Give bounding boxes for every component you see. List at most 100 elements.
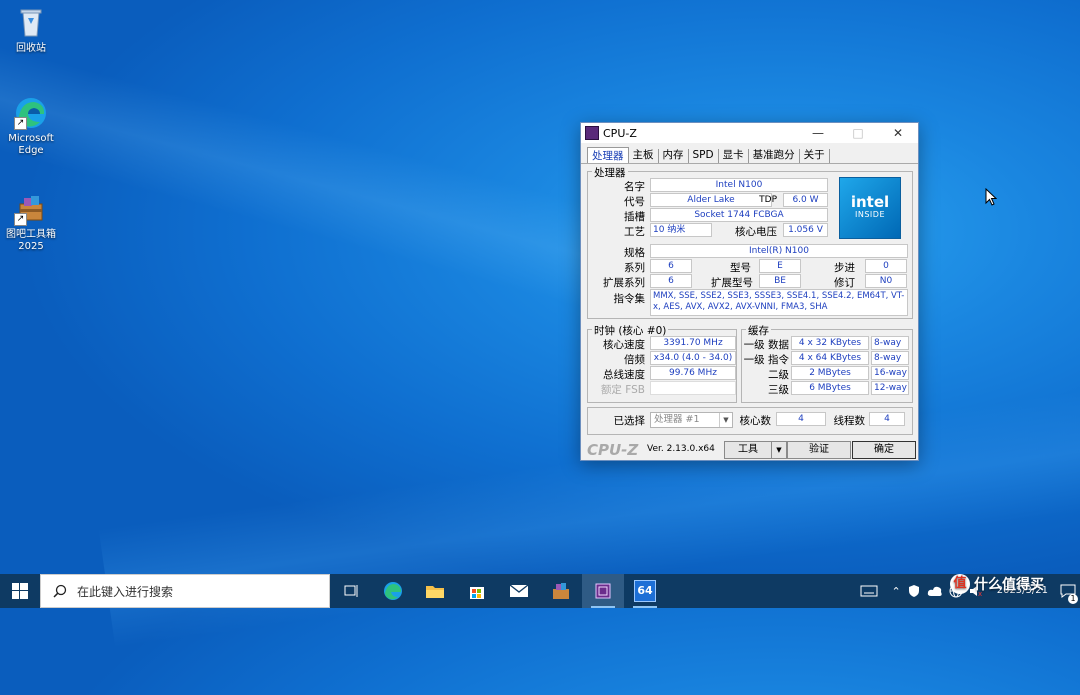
search-box[interactable]: 在此键入进行搜索 xyxy=(40,574,330,608)
ext-model-value: BE xyxy=(759,274,801,288)
taskbar-file-explorer[interactable] xyxy=(414,574,456,608)
tab-about[interactable]: 关于 xyxy=(800,149,830,163)
threads-value: 4 xyxy=(869,412,905,426)
tools-dropdown-button[interactable]: ▼ xyxy=(771,441,787,459)
defender-shield-icon[interactable] xyxy=(907,584,921,598)
tdp-label: TDP xyxy=(753,195,777,205)
maximize-button[interactable]: □ xyxy=(838,126,878,140)
spec-value: Intel(R) N100 xyxy=(650,244,908,258)
cores-label: 核心数 xyxy=(733,413,771,428)
codename-label: 代号 xyxy=(587,194,645,209)
l1d-label: 一级 数据 xyxy=(741,337,789,352)
cpu-chip-icon xyxy=(593,581,613,601)
tab-mainboard[interactable]: 主板 xyxy=(629,149,659,163)
task-view-icon xyxy=(343,584,359,598)
mouse-cursor-icon xyxy=(985,188,997,206)
taskbar-toolbox[interactable] xyxy=(540,574,582,608)
tab-bar: 处理器 主板 内存 SPD 显卡 基准跑分 关于 xyxy=(581,143,918,164)
notification-count: 1 xyxy=(1068,594,1078,604)
cloud-icon[interactable] xyxy=(927,585,943,597)
desktop-icon-label: 回收站 xyxy=(0,43,66,55)
mail-icon xyxy=(509,584,529,598)
start-button[interactable] xyxy=(0,574,40,608)
package-label: 插槽 xyxy=(587,209,645,224)
tab-bench[interactable]: 基准跑分 xyxy=(749,149,800,163)
cores-value: 4 xyxy=(776,412,826,426)
bus-speed-value: 99.76 MHz xyxy=(650,366,736,380)
toolbox-icon xyxy=(551,582,571,600)
bus-speed-label: 总线速度 xyxy=(587,367,645,382)
revision-label: 修订 xyxy=(815,275,855,290)
chevron-up-icon[interactable]: ⌃ xyxy=(892,585,901,598)
store-icon xyxy=(468,582,486,600)
family-value: 6 xyxy=(650,259,692,273)
multiplier-label: 倍频 xyxy=(587,352,645,367)
ext-family-label: 扩展系列 xyxy=(583,275,645,290)
multiplier-value: x34.0 (4.0 - 34.0) xyxy=(650,351,736,365)
processor-select[interactable]: 处理器 #1 ▼ xyxy=(650,412,733,428)
tab-graphics[interactable]: 显卡 xyxy=(719,149,749,163)
close-button[interactable]: ✕ xyxy=(878,126,918,140)
stepping-label: 步进 xyxy=(815,260,855,275)
revision-value: N0 xyxy=(865,274,907,288)
taskbar: 在此键入进行搜索 64 ⌃ x 2025/3/21 1 xyxy=(0,574,1080,608)
name-label: 名字 xyxy=(587,179,645,194)
stepping-value: 0 xyxy=(865,259,907,273)
windows-logo-icon xyxy=(12,583,28,599)
l3-value: 6 MBytes xyxy=(791,381,869,395)
group-label: 处理器 xyxy=(592,165,628,180)
folder-icon xyxy=(425,583,445,599)
tab-spd[interactable]: SPD xyxy=(689,149,719,163)
shortcut-arrow-icon: ↗ xyxy=(14,117,27,130)
l2-label: 二级 xyxy=(741,367,789,382)
l2-value: 2 MBytes xyxy=(791,366,869,380)
cpuz-app-icon xyxy=(585,126,599,140)
tab-memory[interactable]: 内存 xyxy=(659,149,689,163)
selected-label: 已选择 xyxy=(601,413,645,428)
search-placeholder: 在此键入进行搜索 xyxy=(77,583,173,600)
l2-way: 16-way xyxy=(871,366,909,380)
intel-inside-logo: intel INSIDE xyxy=(839,177,901,239)
cpuz-brand: CPU-Z xyxy=(587,441,638,459)
minimize-button[interactable]: — xyxy=(798,126,838,140)
cpuz-window[interactable]: CPU-Z — □ ✕ 处理器 主板 内存 SPD 显卡 基准跑分 关于 处理器… xyxy=(580,122,919,461)
desktop-icon-edge[interactable]: ↗ Microsoft Edge xyxy=(0,96,66,157)
tdp-value: 6.0 W xyxy=(783,193,828,207)
desktop-icon-recycle-bin[interactable]: 回收站 xyxy=(0,6,66,55)
instructions-value: MMX, SSE, SSE2, SSE3, SSSE3, SSE4.1, SSE… xyxy=(650,289,908,316)
ok-button[interactable]: 确定 xyxy=(852,441,916,459)
processor-select-value: 处理器 #1 xyxy=(654,414,700,425)
spec-label: 规格 xyxy=(587,245,645,260)
l1i-way: 8-way xyxy=(871,351,909,365)
desktop-icon-toolbox[interactable]: ↗ 图吧工具箱 2025 xyxy=(0,192,66,253)
footer-bar: CPU-Z Ver. 2.13.0.x64 工具 ▼ 验证 确定 xyxy=(581,438,918,460)
chevron-down-icon: ▼ xyxy=(719,413,732,427)
window-title: CPU-Z xyxy=(603,127,798,140)
core-speed-label: 核心速度 xyxy=(587,337,645,352)
edge-icon: ↗ xyxy=(14,96,48,130)
taskbar-store[interactable] xyxy=(456,574,498,608)
keyboard-icon[interactable] xyxy=(860,584,878,598)
watermark-logo-icon: 值 xyxy=(950,574,970,594)
taskbar-mail[interactable] xyxy=(498,574,540,608)
watermark: 值 什么值得买 xyxy=(950,574,1044,594)
recycle-bin-icon xyxy=(14,6,48,40)
instructions-label: 指令集 xyxy=(587,291,645,306)
l1d-value: 4 x 32 KBytes xyxy=(791,336,869,350)
l3-label: 三级 xyxy=(741,382,789,397)
taskbar-cpuz[interactable] xyxy=(582,574,624,608)
taskbar-edge[interactable] xyxy=(372,574,414,608)
ext-model-label: 扩展型号 xyxy=(697,275,753,290)
task-view-button[interactable] xyxy=(330,574,372,608)
tools-button[interactable]: 工具 xyxy=(724,441,772,459)
version-text: Ver. 2.13.0.x64 xyxy=(647,444,715,454)
group-label: 缓存 xyxy=(746,323,771,338)
edge-icon xyxy=(383,581,403,601)
tab-cpu[interactable]: 处理器 xyxy=(587,147,629,163)
validate-button[interactable]: 验证 xyxy=(787,441,851,459)
title-bar[interactable]: CPU-Z — □ ✕ xyxy=(581,123,918,143)
taskbar-aida64[interactable]: 64 xyxy=(624,574,666,608)
desktop-icon-label: Microsoft Edge xyxy=(0,133,66,157)
notification-button[interactable]: 1 xyxy=(1056,574,1080,608)
rated-fsb-value xyxy=(650,381,736,395)
